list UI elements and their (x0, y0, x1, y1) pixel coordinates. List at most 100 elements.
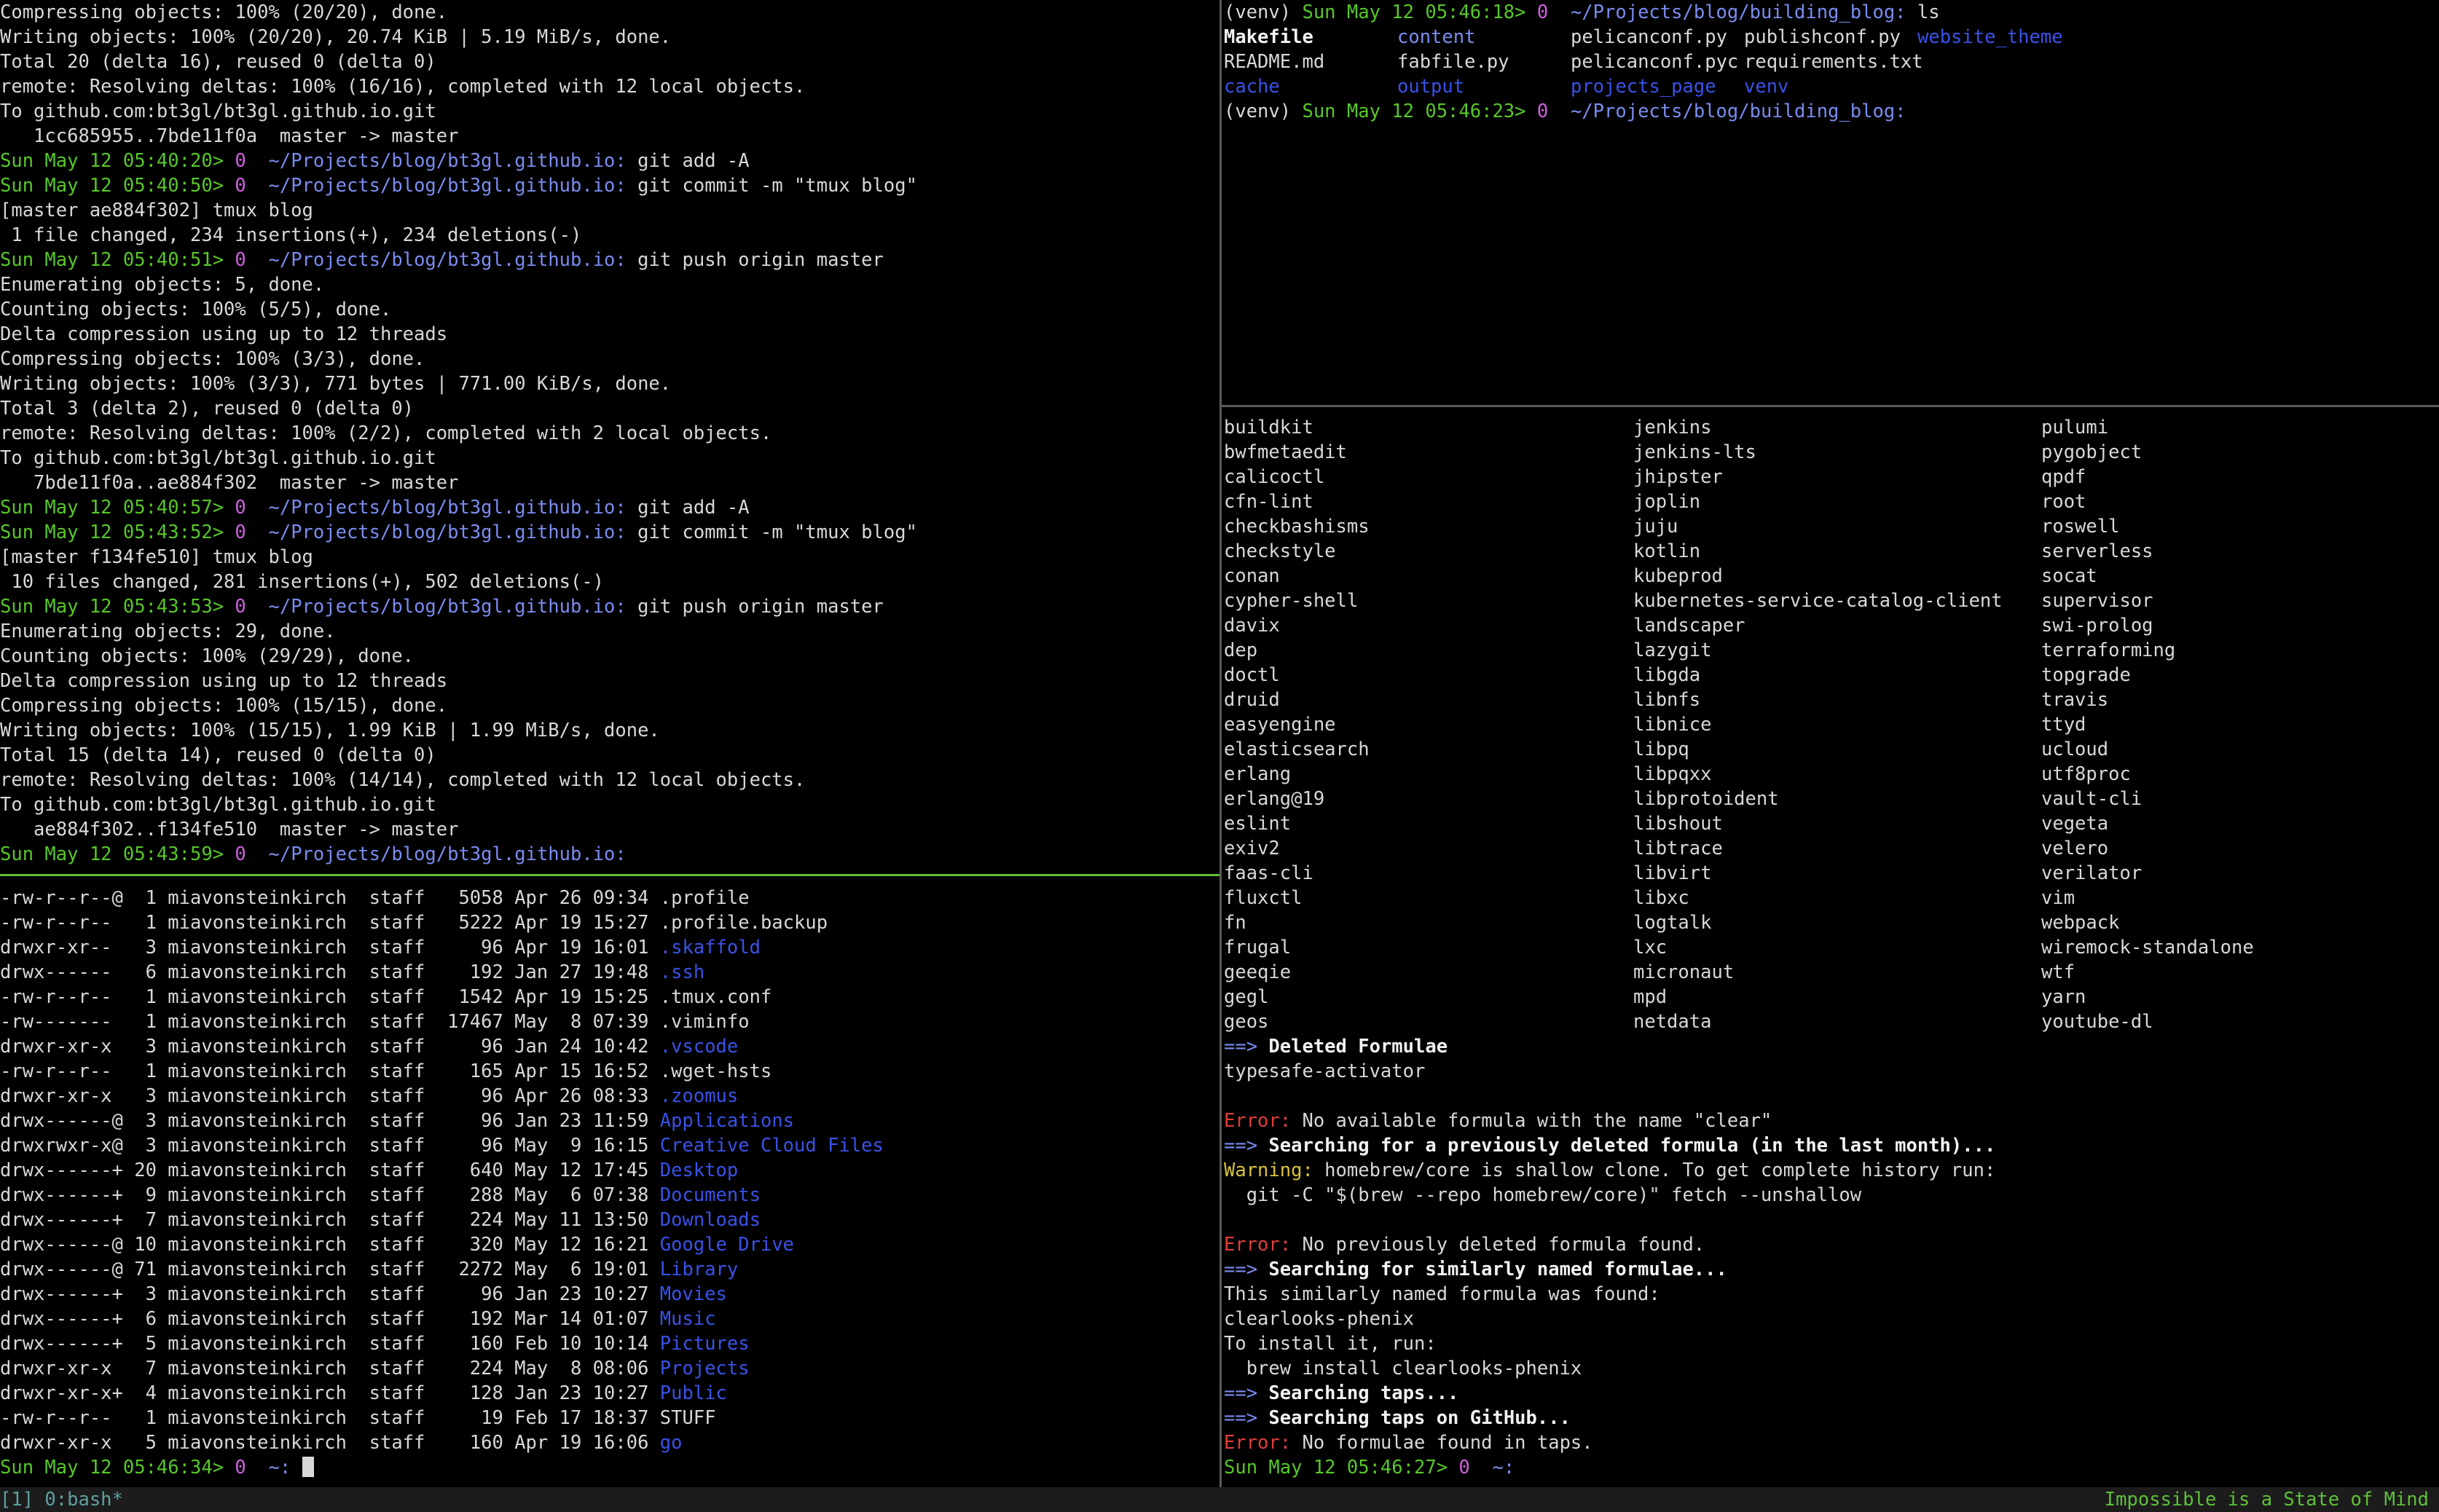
formula-name: kubernetes-service-catalog-client (1633, 588, 2041, 613)
text-segment: checkstyle (1224, 540, 1336, 562)
text-segment: Applications (659, 1110, 795, 1132)
text-segment: -rw-r--r-- 1 miavonsteinkirch staff 165 … (0, 1060, 660, 1082)
text-segment: To github.com:bt3gl/bt3gl.github.io.git (0, 794, 436, 816)
text-segment: davix (1224, 615, 1280, 637)
text-segment: 0 (235, 1457, 246, 1478)
text-segment: libprotoident (1633, 788, 1779, 810)
terminal-line: ==> Searching for similarly named formul… (1224, 1257, 2439, 1282)
text-segment: 0 (235, 497, 246, 519)
text-segment: ~/Projects/blog/bt3gl.github.io: (268, 497, 627, 519)
formula-name: fn (1224, 910, 1633, 935)
terminal-line: Compressing objects: 100% (15/15), done. (0, 693, 1218, 718)
text-segment: Compressing objects: 100% (20/20), done. (0, 1, 448, 23)
text-segment: ~/Projects/blog/building_blog: (1570, 101, 1906, 122)
text-segment: faas-cli (1224, 862, 1313, 884)
formula-name: libvirt (1633, 861, 2041, 886)
text-segment (224, 521, 235, 543)
text-segment: 0 (1536, 1, 1549, 23)
text-segment: Searching for a previously deleted formu… (1257, 1135, 1996, 1157)
formula-name: topgrade (2041, 663, 2435, 688)
text-segment: Enumerating objects: 29, done. (0, 621, 336, 642)
formula-column: buildkit bwfmetaedit calicoctl cfn-lint chec… (1224, 415, 1633, 1034)
formula-name: gegl (1224, 985, 1633, 1009)
pane-divider-vertical[interactable] (1220, 0, 1222, 1487)
text-segment: libgda (1633, 664, 1701, 686)
text-segment: .skaffold (659, 937, 761, 958)
text-segment: Movies (659, 1283, 727, 1305)
text-segment: ==> (1224, 1036, 1258, 1058)
text-segment: Total 3 (delta 2), reused 0 (delta 0) (0, 398, 415, 420)
text-segment: geos (1224, 1011, 1269, 1033)
formula-name: erlang@19 (1224, 787, 1633, 811)
formula-name: fluxctl (1224, 886, 1633, 910)
terminal-line: Compressing objects: 100% (3/3), done. (0, 347, 1218, 371)
text-segment: lazygit (1633, 639, 1712, 661)
tmux-window-list[interactable]: [1] 0:bash* (0, 1487, 123, 1512)
text-segment: vault-cli (2041, 788, 2143, 810)
ls-row: drwxr-xr-x+ 4 miavonsteinkirch staff 128… (0, 1381, 1218, 1406)
text-segment: cypher-shell (1224, 590, 1359, 612)
text-segment (224, 175, 235, 197)
text-segment: Total 15 (delta 14), reused 0 (delta 0) (0, 744, 436, 766)
text-segment: pulumi (2041, 417, 2109, 438)
terminal-line: remote: Resolving deltas: 100% (14/14), … (0, 768, 1218, 792)
text-segment: git commit -m "tmux blog" (626, 521, 917, 543)
formula-name: verilator (2041, 861, 2435, 886)
terminal-line: Sun May 12 05:43:59> 0 ~/Projects/blog/b… (0, 842, 1218, 867)
text-segment: drwx------+ 3 miavonsteinkirch staff 96 … (0, 1283, 660, 1305)
formula-column: pulumi pygobject qpdf root roswell serverless… (2041, 415, 2435, 1034)
formula-name: libgda (1633, 663, 2041, 688)
text-segment: Total 20 (delta 16), reused 0 (delta 0) (0, 51, 436, 73)
text-segment: ~/Projects/blog/bt3gl.github.io: (268, 843, 627, 865)
ls-row: drwxr-xr-x 3 miavonsteinkirch staff 96 J… (0, 1034, 1218, 1059)
terminal-pane-top-left[interactable]: Compressing objects: 100% (20/20), done.… (0, 0, 1218, 874)
ls-row: drwxr-xr-x 5 miavonsteinkirch staff 160 … (0, 1430, 1218, 1455)
text-segment: ls (1906, 1, 1940, 23)
shell-prompt: (venv) Sun May 12 05:46:18> 0 ~/Projects… (1224, 0, 2439, 25)
terminal-line: Sun May 12 05:40:51> 0 ~/Projects/blog/b… (0, 248, 1218, 272)
text-segment: ~/Projects/blog/bt3gl.github.io: (268, 150, 627, 172)
text-segment (246, 596, 269, 618)
text-segment: ucloud (2041, 739, 2109, 760)
file-entry: README.md (1224, 50, 1397, 74)
text-segment: Library (659, 1259, 739, 1280)
formula-name: kotlin (1633, 539, 2041, 564)
ls-row: drwx------+ 5 miavonsteinkirch staff 160… (0, 1331, 1218, 1356)
text-segment: Error: (1224, 1234, 1292, 1256)
terminal-line: To github.com:bt3gl/bt3gl.github.io.git (0, 792, 1218, 817)
text-segment: ~/Projects/blog/bt3gl.github.io: (268, 596, 627, 618)
terminal-line: Enumerating objects: 5, done. (0, 272, 1218, 297)
text-segment: ==> (1224, 1407, 1258, 1429)
text-segment: velero (2041, 838, 2109, 859)
terminal-pane-bottom-right[interactable]: buildkit bwfmetaedit calicoctl cfn-lint chec… (1224, 406, 2439, 1487)
terminal-pane-bottom-left[interactable]: -rw-r--r--@ 1 miavonsteinkirch staff 505… (0, 875, 1218, 1487)
formula-name: doctl (1224, 663, 1633, 688)
text-segment: remote: Resolving deltas: 100% (14/14), … (0, 769, 806, 791)
text-segment: 1cc685955..7bde11f0a master -> master (0, 125, 459, 147)
text-segment: socat (2041, 565, 2097, 587)
terminal-line: typesafe-activator (1224, 1059, 2439, 1084)
text-segment: netdata (1633, 1011, 1712, 1033)
terminal-line: To github.com:bt3gl/bt3gl.github.io.git (0, 99, 1218, 124)
text-segment: libpqxx (1633, 763, 1712, 785)
text-segment: topgrade (2041, 664, 2131, 686)
terminal-line: clearlooks-phenix (1224, 1307, 2439, 1331)
text-segment: Pictures (659, 1333, 750, 1355)
text-segment: .ssh (659, 961, 705, 983)
terminal-line: 7bde11f0a..ae884f302 master -> master (0, 470, 1218, 495)
formula-name: vim (2041, 886, 2435, 910)
text-segment: -rw-r--r-- 1 miavonsteinkirch staff 1542… (0, 986, 660, 1008)
text-segment (224, 1457, 235, 1478)
text-segment: git push origin master (626, 596, 884, 618)
ls-row: -rw-r--r-- 1 miavonsteinkirch staff 165 … (0, 1059, 1218, 1084)
terminal-pane-top-right[interactable]: (venv) Sun May 12 05:46:18> 0 ~/Projects… (1224, 0, 2439, 405)
text-segment: typesafe-activator (1224, 1060, 1426, 1082)
text-segment: Sun May 12 05:40:50> (0, 175, 224, 197)
text-segment: ==> (1224, 1135, 1258, 1157)
text-segment: kotlin (1633, 540, 1701, 562)
file-entry: Makefile (1224, 25, 1397, 50)
text-segment: buildkit (1224, 417, 1313, 438)
formula-name: cfn-lint (1224, 489, 1633, 514)
ls-row: drwx------+ 20 miavonsteinkirch staff 64… (0, 1158, 1218, 1183)
